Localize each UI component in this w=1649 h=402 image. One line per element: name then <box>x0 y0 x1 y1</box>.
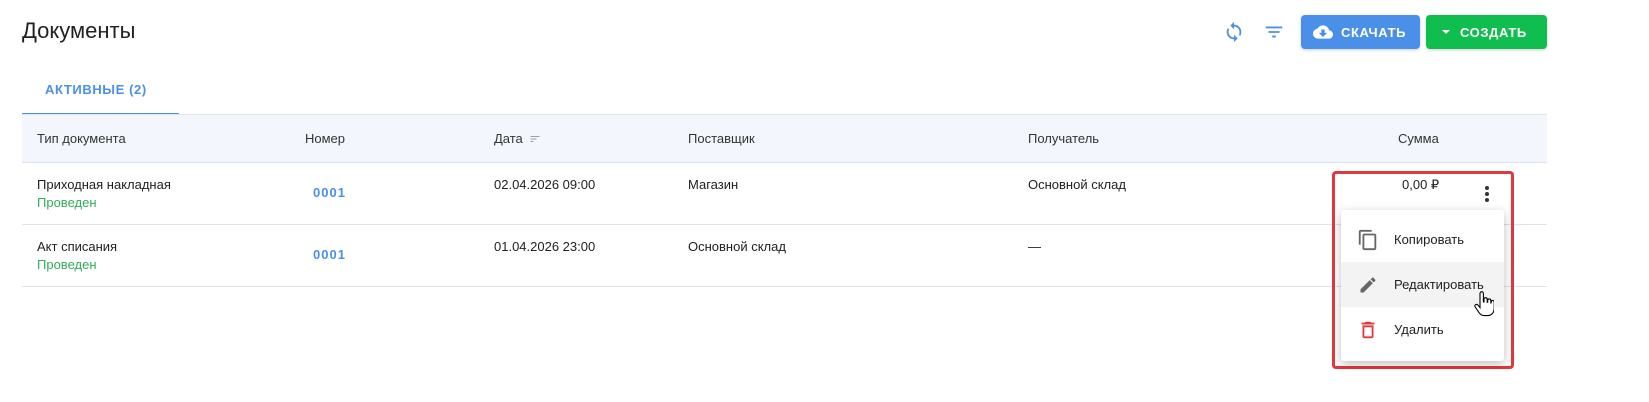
caret-down-icon <box>1440 26 1452 38</box>
row-supplier: Основной склад <box>688 239 786 254</box>
table-row[interactable]: Приходная накладная Проведен 0001 02.04.… <box>22 163 1547 225</box>
filter-icon <box>1265 26 1283 38</box>
header-receiver: Получатель <box>1028 131 1100 146</box>
menu-item-label: Удалить <box>1394 322 1444 337</box>
download-label: СКАЧАТЬ <box>1341 24 1407 40</box>
dot <box>1485 192 1489 196</box>
refresh-button[interactable] <box>1217 15 1251 49</box>
dot <box>1485 186 1489 190</box>
refresh-icon <box>1226 21 1242 43</box>
table-row[interactable]: Акт списания Проведен 0001 01.04.2026 23… <box>22 225 1547 287</box>
menu-item-label: Копировать <box>1394 232 1464 247</box>
row-supplier: Магазин <box>688 177 739 192</box>
page-title: Документы <box>22 18 136 43</box>
row-date: 01.04.2026 23:00 <box>494 239 596 254</box>
header-supplier: Поставщик <box>688 131 755 146</box>
copy-icon <box>1357 229 1379 251</box>
row-type: Акт списания <box>37 239 118 254</box>
delete-icon <box>1357 319 1379 341</box>
edit-icon <box>1357 274 1379 296</box>
filter-button[interactable] <box>1257 15 1291 49</box>
row-number-link[interactable]: 0001 <box>313 247 346 262</box>
row-status: Проведен <box>37 257 97 272</box>
row-number-link[interactable]: 0001 <box>313 185 346 200</box>
table-header: Тип документа Номер Дата Поставщик Получ… <box>22 114 1547 163</box>
context-menu: Копировать Редактировать Удалить <box>1341 210 1504 361</box>
sort-icon <box>530 135 540 142</box>
documents-table: Тип документа Номер Дата Поставщик Получ… <box>22 114 1547 287</box>
download-button[interactable]: СКАЧАТЬ <box>1301 15 1420 49</box>
cloud-download-icon <box>1313 22 1333 42</box>
row-type: Приходная накладная <box>37 177 171 192</box>
tabs: АКТИВНЫЕ (2) <box>22 72 179 115</box>
menu-item-copy[interactable]: Копировать <box>1341 217 1504 262</box>
toolbar: СКАЧАТЬ СОЗДАТЬ <box>1217 15 1547 49</box>
row-receiver: — <box>1028 239 1041 254</box>
create-label: СОЗДАТЬ <box>1460 24 1527 40</box>
tab-active[interactable]: АКТИВНЫЕ (2) <box>22 72 179 115</box>
row-receiver: Основной склад <box>1028 177 1126 192</box>
row-status: Проведен <box>37 195 97 210</box>
header-type: Тип документа <box>37 131 126 146</box>
create-button[interactable]: СОЗДАТЬ <box>1426 15 1547 49</box>
header-sum: Сумма <box>1398 131 1439 146</box>
menu-item-label: Редактировать <box>1394 277 1484 292</box>
more-actions-button[interactable] <box>1478 183 1496 205</box>
header-date[interactable]: Дата <box>494 131 541 146</box>
header-date-label: Дата <box>494 131 523 146</box>
dot <box>1485 198 1489 202</box>
hand-cursor-icon <box>1474 291 1495 322</box>
row-date: 02.04.2026 09:00 <box>494 177 596 192</box>
header-number: Номер <box>305 131 346 146</box>
